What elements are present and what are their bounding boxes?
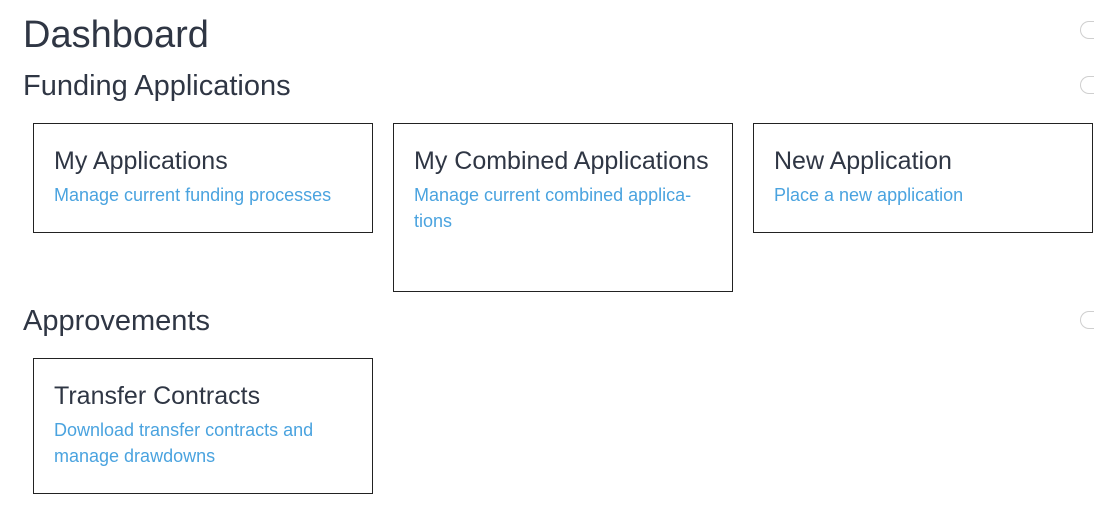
card-title: My Applications [54, 147, 228, 175]
section-title-approvements: Approvements [23, 305, 210, 337]
card-new-application[interactable]: New Application Place a new application [753, 123, 1093, 233]
collapse-toggle-icon[interactable] [1080, 311, 1094, 329]
card-transfer-contracts[interactable]: Transfer Contracts Download transfer con… [33, 358, 373, 494]
dashboard-page: Dashboard Funding Applications My Applic… [23, 0, 1094, 505]
page-title: Dashboard [23, 14, 209, 56]
card-title: Transfer Contracts [54, 382, 261, 410]
collapse-toggle-icon[interactable] [1080, 21, 1094, 39]
card-my-combined-applications[interactable]: My Combined Applications Manage current … [393, 123, 733, 292]
card-title: New Application [774, 147, 952, 175]
collapse-toggle-icon[interactable] [1080, 76, 1094, 94]
card-link-manage-combined-applications[interactable]: Manage current combined applica-tions [414, 182, 712, 234]
card-my-applications[interactable]: My Applications Manage current funding p… [33, 123, 373, 233]
section-title-funding-applications: Funding Applications [23, 70, 291, 102]
card-link-manage-funding-processes[interactable]: Manage current funding processes [54, 182, 352, 208]
card-link-download-transfer-contracts[interactable]: Download transfer contracts and manage d… [54, 417, 352, 469]
card-title: My Combined Applications [414, 147, 709, 175]
card-link-place-new-application[interactable]: Place a new application [774, 182, 1072, 208]
